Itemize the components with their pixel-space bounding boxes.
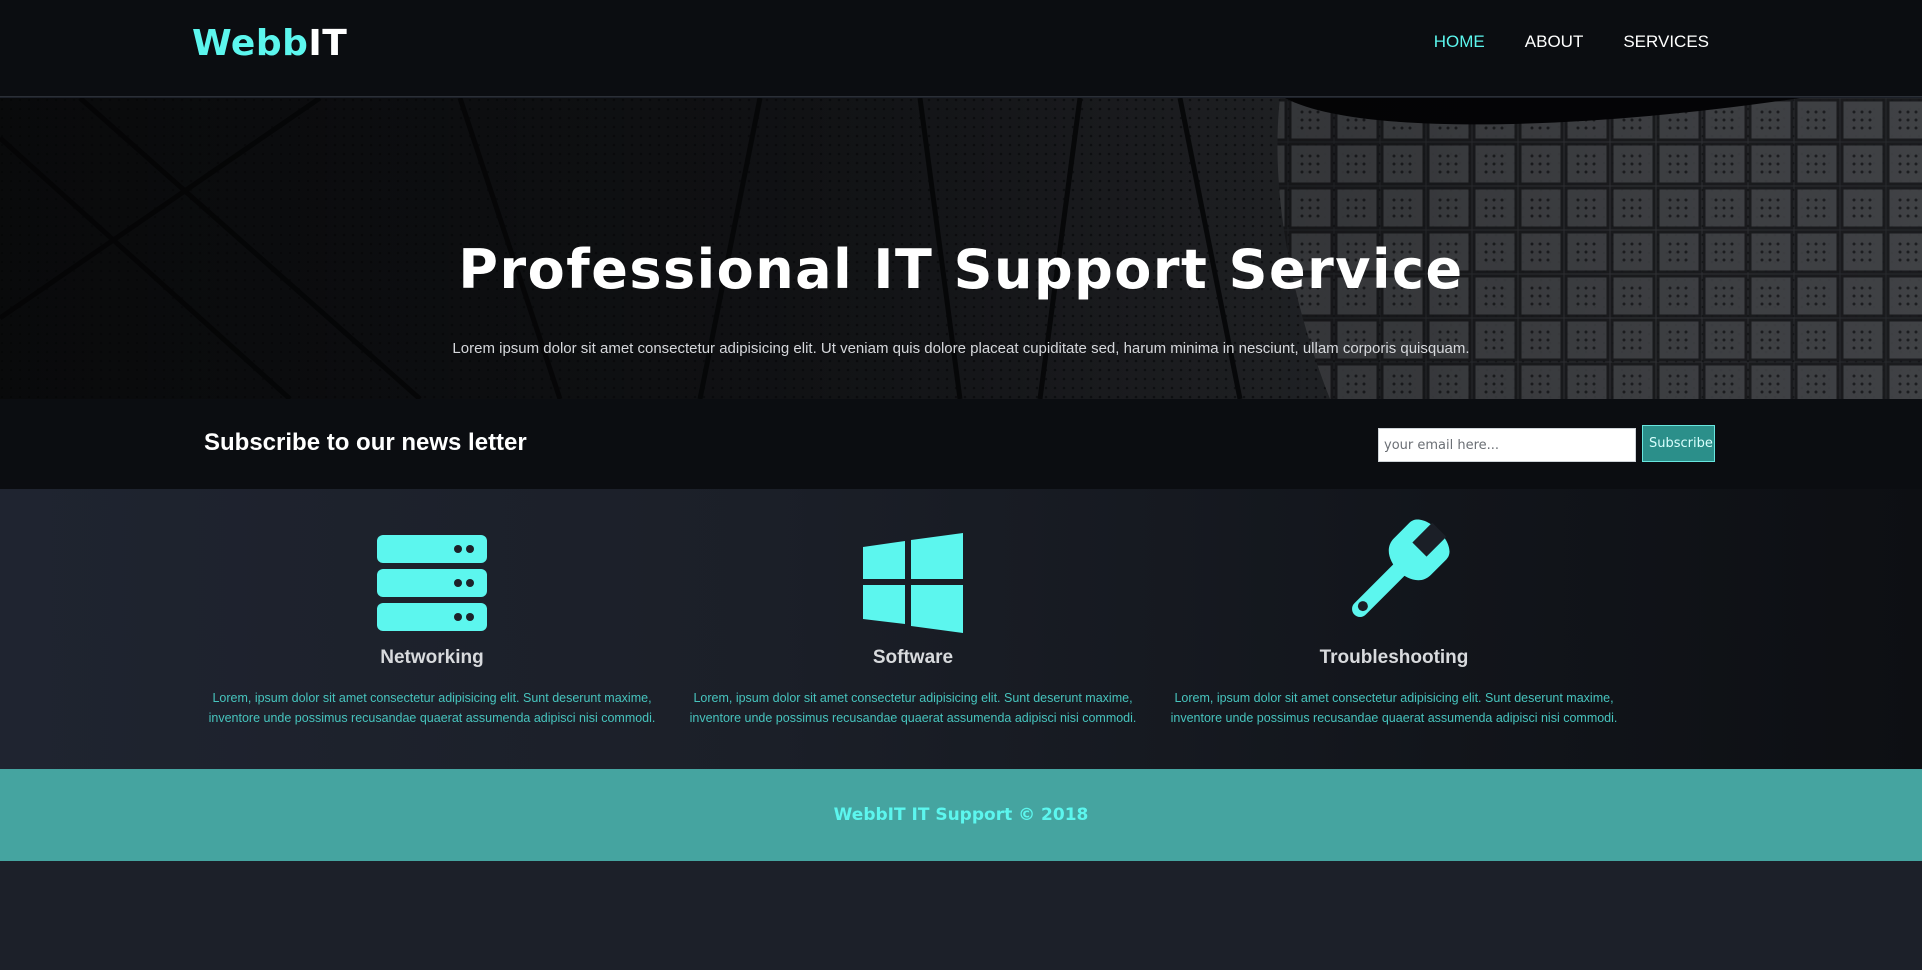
main-nav: HOME ABOUT SERVICES: [1434, 32, 1709, 52]
nav-about[interactable]: ABOUT: [1525, 32, 1584, 52]
nav-services[interactable]: SERVICES: [1623, 32, 1709, 52]
service-description: Lorem, ipsum dolor sit amet consectetur …: [689, 691, 1137, 725]
hero-title: Professional IT Support Service: [458, 238, 1464, 301]
newsletter-heading: Subscribe to our news letter: [204, 429, 527, 456]
hero-banner: Professional IT Support Service Lorem ip…: [0, 98, 1922, 399]
site-footer: WebbIT IT Support © 2018: [0, 769, 1922, 861]
logo-part1: Webb: [192, 23, 309, 64]
hero-text: Lorem ipsum dolor sit amet consectetur a…: [452, 340, 1470, 357]
services-section: Networking Lorem, ipsum dolor sit amet c…: [0, 489, 1922, 769]
logo[interactable]: WebbIT: [192, 23, 347, 64]
service-title: Troubleshooting: [1319, 647, 1469, 668]
service-title: Networking: [380, 647, 484, 668]
service-description: Lorem, ipsum dolor sit amet consectetur …: [208, 691, 656, 725]
footer-copyright: WebbIT IT Support © 2018: [833, 805, 1089, 825]
page-bottom-background: [0, 861, 1922, 970]
site-header: WebbIT HOME ABOUT SERVICES: [0, 0, 1922, 97]
logo-part2: IT: [308, 23, 348, 64]
wrench-icon: [1352, 519, 1450, 617]
service-description: Lorem, ipsum dolor sit amet consectetur …: [1170, 691, 1618, 725]
email-input[interactable]: [1378, 428, 1636, 462]
nav-home[interactable]: HOME: [1434, 32, 1485, 52]
windows-icon: [863, 533, 963, 633]
service-title: Software: [872, 647, 954, 668]
subscribe-button[interactable]: Subscribe: [1642, 425, 1715, 462]
server-icon: [377, 535, 487, 631]
